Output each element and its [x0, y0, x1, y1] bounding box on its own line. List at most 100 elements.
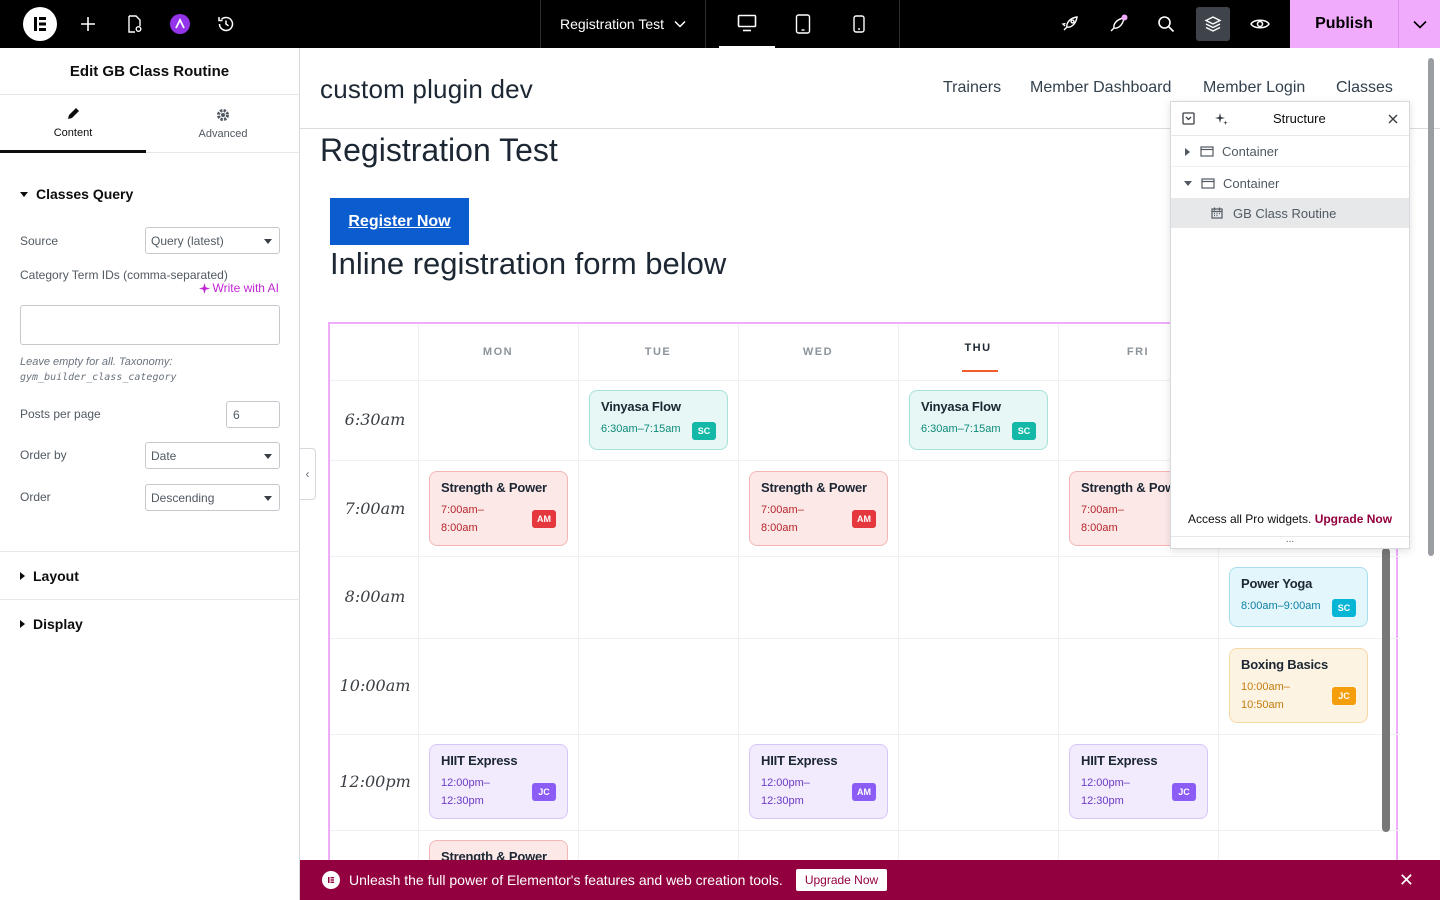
device-switcher	[706, 0, 900, 48]
elementor-logo-icon[interactable]	[20, 0, 60, 48]
publish-button[interactable]: Publish	[1290, 0, 1398, 48]
mobile-icon[interactable]	[831, 0, 887, 48]
grid-line	[578, 324, 579, 900]
class-card[interactable]: Strength & Power 7:00am– 8:00am AM	[749, 471, 888, 546]
ai-angie-icon[interactable]	[166, 0, 194, 48]
today-indicator	[962, 370, 998, 372]
inline-form-heading: Inline registration form below	[330, 246, 727, 281]
category-ids-label: Category Term IDs (comma-separated)	[20, 268, 228, 282]
notifications-icon[interactable]	[1104, 0, 1134, 48]
tab-advanced[interactable]: Advanced	[150, 95, 296, 153]
day-header-thu: THU	[964, 342, 992, 354]
class-card[interactable]: HIIT Express 12:00pm– 12:30pm JC	[429, 744, 568, 819]
panel-tabs: Content Advanced	[0, 95, 299, 153]
rocket-icon[interactable]	[1056, 0, 1084, 48]
site-title[interactable]: custom plugin dev	[320, 74, 533, 105]
preview-eye-icon[interactable]	[1246, 0, 1274, 48]
source-select[interactable]: Query (latest)	[145, 227, 280, 254]
grid-line	[330, 638, 1400, 639]
class-card[interactable]: Boxing Basics 10:00am– 10:50am JC	[1229, 648, 1368, 723]
container-icon	[1201, 177, 1215, 189]
section-layout[interactable]: Layout	[20, 568, 79, 584]
document-title: Registration Test	[559, 16, 664, 32]
class-title: Strength & Power	[761, 480, 867, 495]
collapse-panel-button[interactable]: ‹	[300, 448, 316, 500]
close-icon[interactable]: ✕	[1399, 871, 1414, 889]
trainer-badge: SC	[692, 422, 716, 440]
day-header-tue: TUE	[644, 346, 672, 358]
publish-options-button[interactable]	[1398, 0, 1440, 48]
panel-title: Edit GB Class Routine	[0, 48, 299, 95]
chevron-down-icon	[674, 20, 686, 28]
caret-right-icon	[20, 620, 25, 628]
order-by-label: Order by	[20, 448, 67, 462]
chevron-down-icon	[1412, 20, 1427, 29]
caret-right-icon	[20, 572, 25, 580]
section-layout-label: Layout	[33, 568, 79, 584]
write-with-ai-link[interactable]: Write with AI	[198, 281, 279, 295]
tab-advanced-label: Advanced	[198, 128, 248, 140]
ai-sparkle-icon	[198, 282, 210, 294]
class-card[interactable]: Strength & Power 7:00am– 8:00am AM	[429, 471, 568, 546]
add-icon[interactable]	[74, 0, 102, 48]
gear-icon	[217, 109, 229, 121]
structure-item-container[interactable]: Container	[1171, 137, 1409, 167]
section-divider	[0, 599, 300, 600]
class-title: Power Yoga	[1241, 576, 1313, 591]
write-with-ai-label: Write with AI	[212, 281, 279, 295]
nav-member-dashboard[interactable]: Member Dashboard	[1030, 79, 1171, 97]
collapse-all-icon[interactable]	[1182, 112, 1195, 125]
history-icon[interactable]	[212, 0, 240, 48]
structure-layers-icon[interactable]	[1196, 7, 1230, 41]
resize-handle[interactable]: ...	[1171, 535, 1409, 548]
class-card[interactable]: HIIT Express 12:00pm– 12:30pm JC	[1069, 744, 1208, 819]
trainer-badge: SC	[1012, 422, 1036, 440]
structure-item-container[interactable]: Container	[1171, 168, 1409, 198]
structure-panel: Structure Container Container GB Class R…	[1170, 101, 1410, 549]
category-ids-textarea[interactable]	[20, 305, 280, 345]
trainer-badge: JC	[532, 783, 556, 801]
upgrade-now-link[interactable]: Upgrade Now	[1315, 512, 1392, 526]
class-card[interactable]: Vinyasa Flow 6:30am–7:15am SC	[589, 390, 728, 450]
page-settings-icon[interactable]	[120, 0, 148, 48]
desktop-icon[interactable]	[719, 0, 775, 48]
nav-trainers[interactable]: Trainers	[943, 79, 1001, 97]
trainer-badge: AM	[532, 510, 556, 528]
time-label: 7:00am	[344, 499, 406, 518]
section-display-label: Display	[33, 616, 83, 632]
trainer-badge: AM	[852, 510, 876, 528]
nav-member-login[interactable]: Member Login	[1203, 79, 1305, 97]
order-select[interactable]: Descending	[145, 484, 280, 511]
section-divider	[0, 551, 300, 552]
dropdown-arrow-icon	[264, 239, 272, 244]
nav-classes[interactable]: Classes	[1336, 79, 1393, 97]
order-by-select[interactable]: Date	[145, 442, 280, 469]
posts-per-page-input[interactable]: 6	[226, 401, 280, 428]
ai-sparkle-icon[interactable]	[1214, 112, 1228, 126]
structure-item-label: Container	[1223, 175, 1280, 191]
class-card[interactable]: Vinyasa Flow 6:30am–7:15am SC	[909, 390, 1048, 450]
promo-upgrade-button[interactable]: Upgrade Now	[795, 869, 888, 891]
search-icon[interactable]	[1152, 0, 1180, 48]
class-card[interactable]: HIIT Express 12:00pm– 12:30pm AM	[749, 744, 888, 819]
document-title-dropdown[interactable]: Registration Test	[540, 0, 706, 48]
structure-item-label: Container	[1222, 144, 1279, 159]
container-icon	[1200, 146, 1214, 157]
time-label: 8:00am	[344, 587, 406, 606]
section-classes-query[interactable]: Classes Query	[20, 186, 133, 202]
page-scrollbar[interactable]	[1428, 58, 1434, 556]
close-icon[interactable]	[1388, 114, 1398, 124]
class-title: HIIT Express	[1081, 753, 1158, 768]
tab-content[interactable]: Content	[0, 95, 146, 153]
class-card[interactable]: Power Yoga 8:00am–9:00am SC	[1229, 567, 1368, 627]
caret-right-icon	[1185, 147, 1190, 156]
help-taxonomy-name: gym_builder_class_category	[20, 372, 177, 383]
canvas-inner-scrollbar[interactable]	[1382, 548, 1390, 832]
tablet-icon[interactable]	[775, 0, 831, 48]
tab-content-label: Content	[53, 126, 93, 139]
register-now-button[interactable]: Register Now	[330, 198, 469, 245]
structure-item-widget[interactable]: GB Class Routine	[1171, 198, 1409, 228]
section-display[interactable]: Display	[20, 616, 83, 632]
order-value: Descending	[151, 490, 215, 505]
dropdown-arrow-icon	[264, 496, 272, 501]
